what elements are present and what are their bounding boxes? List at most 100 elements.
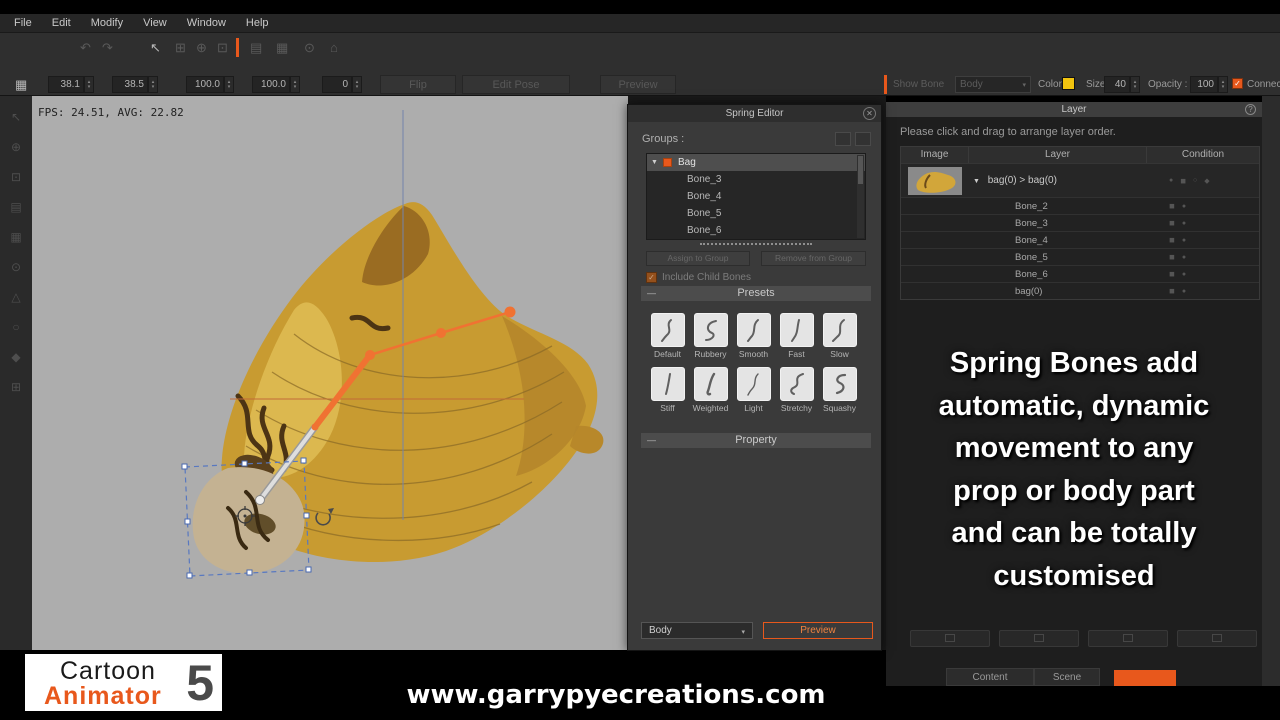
menu-help[interactable]: Help — [236, 17, 279, 29]
visibility-icon[interactable]: ● — [1169, 177, 1173, 184]
scale-y-stepper[interactable]: ▴ ▾ — [290, 76, 300, 93]
undo-icon[interactable]: ↶ — [80, 40, 91, 56]
preset-slow[interactable]: Slow — [818, 313, 861, 359]
frame-tool-icon[interactable]: ⊡ — [11, 170, 21, 184]
table-row[interactable]: Bone_6 ◼ ● — [901, 265, 1259, 282]
rotation-stepper[interactable]: ▴ ▾ — [352, 76, 362, 93]
lock-icon[interactable]: ◼ — [1180, 177, 1186, 185]
box-tool-icon[interactable]: ⊡ — [217, 40, 228, 56]
spring-preview-button[interactable]: Preview — [763, 622, 873, 639]
target-tool-icon[interactable]: ⊙ — [304, 40, 315, 56]
tree-item-bone[interactable]: Bone_5 — [647, 205, 865, 222]
scale-y-input[interactable] — [252, 76, 290, 93]
menu-file[interactable]: File — [4, 17, 42, 29]
prop-artwork[interactable] — [192, 202, 604, 574]
diamond-icon[interactable]: ◆ — [1204, 177, 1209, 185]
menu-window[interactable]: Window — [177, 17, 236, 29]
link-icon[interactable]: ○ — [1193, 177, 1197, 184]
target-tool-icon[interactable]: ⊙ — [11, 260, 21, 274]
diamond-tool-icon[interactable]: ◆ — [11, 350, 20, 364]
visibility-icon[interactable]: ● — [1182, 237, 1186, 244]
rows-tool-icon[interactable]: ▤ — [250, 40, 262, 56]
property-section-header[interactable]: — Property — [641, 433, 871, 448]
layer-action-button-2[interactable] — [999, 630, 1079, 647]
preset-rubbery[interactable]: Rubbery — [689, 313, 732, 359]
collapse-icon[interactable]: — — [647, 433, 656, 448]
remove-from-group-button[interactable]: Remove from Group — [761, 251, 866, 266]
bone-color-swatch[interactable] — [1062, 77, 1075, 90]
connect-checkbox[interactable]: ✓ — [1232, 78, 1243, 89]
assign-to-group-button[interactable]: Assign to Group — [646, 251, 750, 266]
bone-size-stepper[interactable]: ▴ ▾ — [1130, 76, 1140, 93]
visibility-icon[interactable]: ● — [1182, 203, 1186, 210]
menu-view[interactable]: View — [133, 17, 177, 29]
layer-action-button-1[interactable] — [910, 630, 990, 647]
redo-icon[interactable]: ↷ — [102, 40, 113, 56]
ring-tool-icon[interactable]: ○ — [12, 320, 19, 334]
spin-down-icon[interactable]: ▾ — [228, 84, 231, 90]
tree-item-bone[interactable]: Bone_6 — [647, 222, 865, 239]
lock-icon[interactable]: ◼ — [1169, 202, 1175, 210]
preset-smooth[interactable]: Smooth — [732, 313, 775, 359]
table-row[interactable]: Bone_2 ◼ ● — [901, 197, 1259, 214]
visibility-icon[interactable]: ● — [1182, 220, 1186, 227]
stage-canvas[interactable]: FPS: 24.51, AVG: 22.82 — [32, 96, 628, 650]
layers-tool-icon[interactable]: ▦ — [276, 40, 288, 56]
collapse-icon[interactable]: — — [647, 286, 656, 301]
tree-item-bone[interactable]: Bone_3 — [647, 171, 865, 188]
table-row[interactable]: Bone_5 ◼ ● — [901, 248, 1259, 265]
lock-icon[interactable]: ◼ — [1169, 270, 1175, 278]
bone-opacity-stepper[interactable]: ▴ ▾ — [1218, 76, 1228, 93]
lock-icon[interactable]: ◼ — [1169, 253, 1175, 261]
preset-fast[interactable]: Fast — [775, 313, 818, 359]
preset-stiff[interactable]: Stiff — [646, 367, 689, 413]
chevron-down-icon[interactable]: ▼ — [651, 159, 661, 166]
preset-default[interactable]: Default — [646, 313, 689, 359]
table-row[interactable]: Bone_3 ◼ ● — [901, 214, 1259, 231]
spin-down-icon[interactable]: ▾ — [1134, 84, 1137, 90]
menu-edit[interactable]: Edit — [42, 17, 81, 29]
add-tool-icon[interactable]: ⊕ — [196, 40, 207, 56]
chevron-down-icon[interactable]: ▼ — [973, 178, 980, 185]
preset-weighted[interactable]: Weighted — [689, 367, 732, 413]
shape-tool-icon[interactable]: △ — [11, 290, 20, 304]
lock-icon[interactable]: ◼ — [1169, 287, 1175, 295]
rows-tool-icon[interactable]: ▤ — [10, 200, 21, 214]
table-row[interactable]: bag(0) ◼ ● — [901, 282, 1259, 299]
preset-squashy[interactable]: Squashy — [818, 367, 861, 413]
edit-pose-button[interactable]: Edit Pose — [462, 75, 570, 94]
preset-light[interactable]: Light — [732, 367, 775, 413]
grid-tool-icon[interactable]: ⊞ — [175, 40, 186, 56]
visibility-icon[interactable]: ● — [1182, 288, 1186, 295]
info-icon[interactable]: ? — [1245, 104, 1256, 115]
pos-y-input[interactable] — [112, 76, 148, 93]
pos-y-stepper[interactable]: ▴ ▾ — [148, 76, 158, 93]
preset-stretchy[interactable]: Stretchy — [775, 367, 818, 413]
show-bone-label[interactable]: Show Bone — [893, 79, 944, 90]
table-row[interactable]: Bone_4 ◼ ● — [901, 231, 1259, 248]
preview-button[interactable]: Preview — [600, 75, 676, 94]
group-add-button[interactable] — [835, 132, 851, 146]
bone-size-input[interactable] — [1104, 76, 1130, 93]
visibility-icon[interactable]: ● — [1182, 271, 1186, 278]
tree-scrollbar[interactable] — [857, 155, 864, 238]
spring-target-select[interactable]: Body ▾ — [641, 622, 753, 639]
spin-down-icon[interactable]: ▾ — [1222, 84, 1225, 90]
tree-item-bone[interactable]: Bone_4 — [647, 188, 865, 205]
grid-tool-icon[interactable]: ▦ — [10, 230, 21, 244]
spin-down-icon[interactable]: ▾ — [356, 84, 359, 90]
lock-icon[interactable]: ◼ — [1169, 236, 1175, 244]
pos-x-stepper[interactable]: ▴ ▾ — [84, 76, 94, 93]
lock-icon[interactable]: ◼ — [1169, 219, 1175, 227]
table-row[interactable]: ▼ bag(0) > bag(0) ● ◼ ○ ◆ — [901, 163, 1259, 197]
spin-down-icon[interactable]: ▾ — [152, 84, 155, 90]
layer-action-button-4[interactable] — [1177, 630, 1257, 647]
move-tool-icon[interactable]: ⊕ — [11, 140, 21, 154]
home-tool-icon[interactable]: ⌂ — [330, 40, 338, 55]
select-tool-icon[interactable]: ↖ — [11, 110, 21, 124]
pos-x-input[interactable] — [48, 76, 84, 93]
scale-x-input[interactable] — [186, 76, 224, 93]
scale-x-stepper[interactable]: ▴ ▾ — [224, 76, 234, 93]
menu-modify[interactable]: Modify — [81, 17, 133, 29]
spin-down-icon[interactable]: ▾ — [294, 84, 297, 90]
